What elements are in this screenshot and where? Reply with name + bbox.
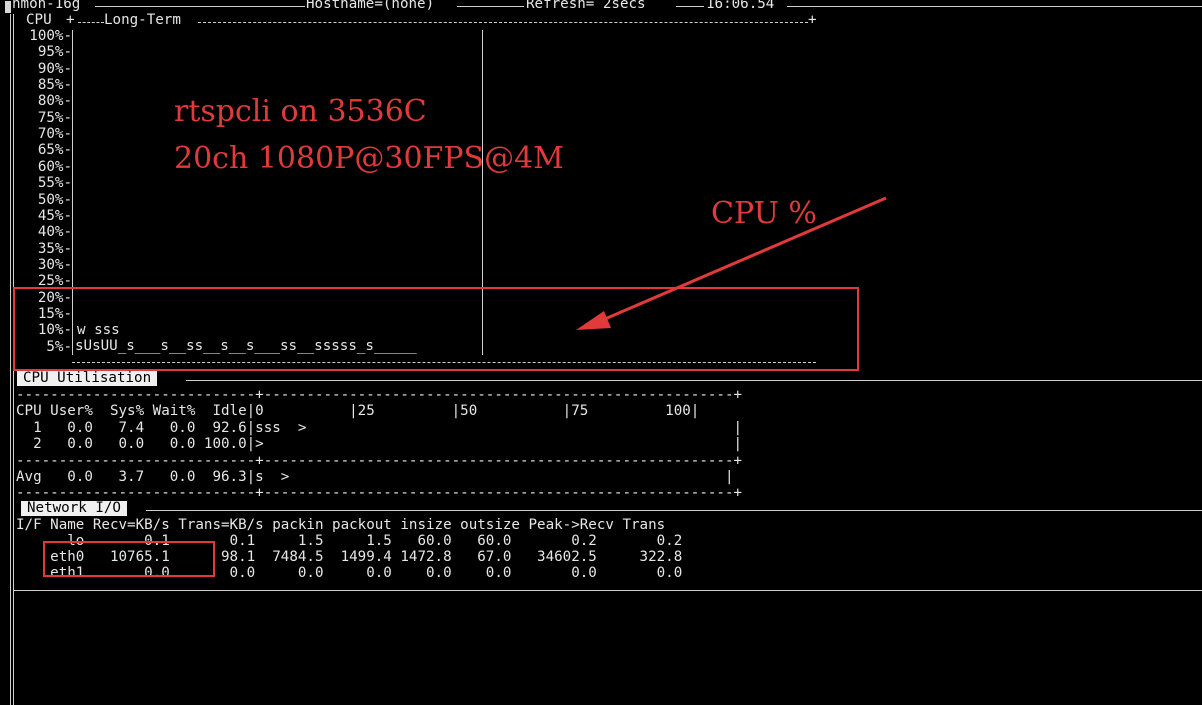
arrow-icon xyxy=(576,196,887,330)
bottom-divider xyxy=(14,590,1202,591)
cpu-row-2: 2 0.0 0.0 0.0 100.0|> | xyxy=(16,436,743,452)
cpu-row-1: 1 0.0 7.4 0.0 92.6|sss > | xyxy=(16,420,743,436)
cpu-sep-bottom: ----------------------------+-----------… xyxy=(16,485,743,501)
cpu-table-header: CPU User% Sys% Wait% Idle|0 |25 |50 |75 … xyxy=(16,403,700,419)
cpu-sep-top: ----------------------------+-----------… xyxy=(16,387,743,403)
network-io-label: Network I/O xyxy=(21,501,127,516)
cpu-sep-mid: ----------------------------+-----------… xyxy=(16,453,743,469)
cpu-avg-row: Avg 0.0 3.7 0.0 96.3|s > | xyxy=(16,469,734,485)
section-divider xyxy=(186,380,1202,381)
network-divider xyxy=(146,510,1202,511)
eth0-highlight-box xyxy=(43,541,215,577)
cpu-utilisation-label: CPU Utilisation xyxy=(17,371,158,386)
network-header: I/F Name Recv=KB/s Trans=KB/s packin pac… xyxy=(16,517,666,533)
